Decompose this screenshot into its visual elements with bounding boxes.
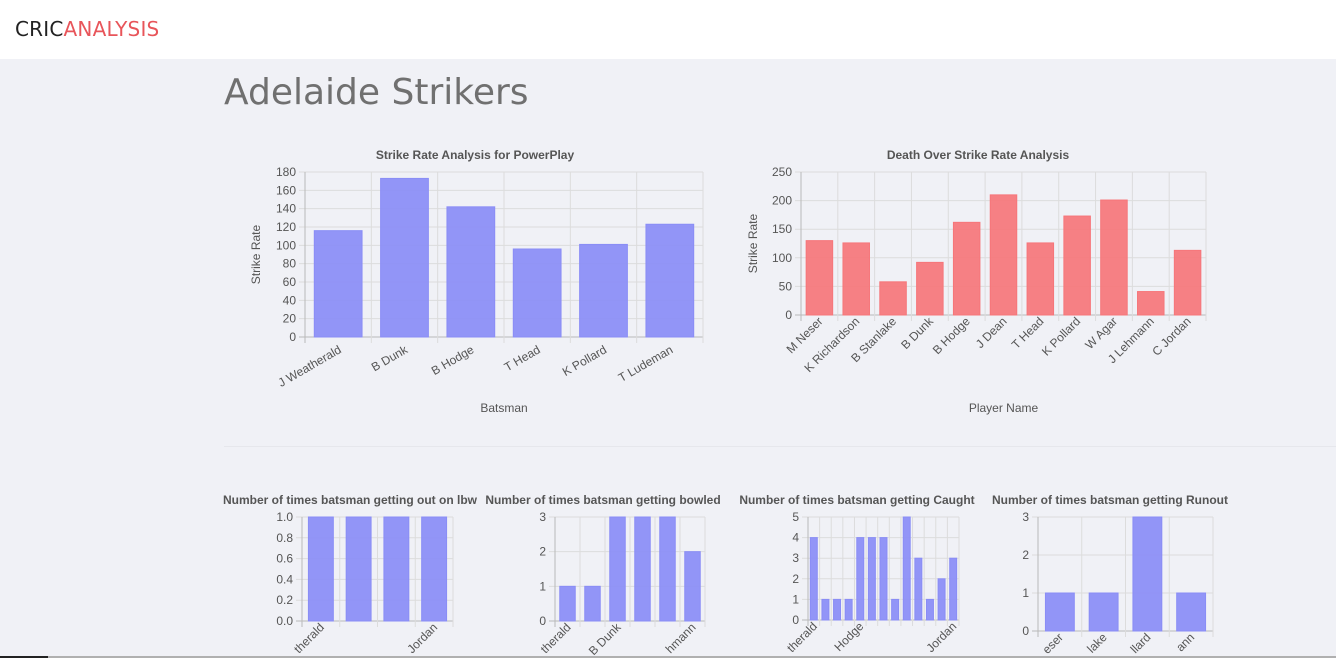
- y-tick-label: 1: [1022, 586, 1029, 600]
- bar: [1176, 592, 1207, 632]
- y-tick-label: 0: [1022, 624, 1029, 638]
- chart-title: Number of times batsman getting Runout: [992, 493, 1228, 507]
- x-tick-label: lake: [1084, 630, 1110, 656]
- y-tick-label: 3: [1022, 510, 1029, 524]
- bar: [1044, 592, 1075, 632]
- x-tick-label: llard: [1128, 630, 1154, 656]
- section-divider: [224, 446, 1336, 447]
- x-tick-label: eser: [1040, 630, 1066, 656]
- x-tick-label: ann: [1173, 630, 1197, 654]
- bar: [1132, 516, 1163, 632]
- y-tick-label: 2: [1022, 548, 1029, 562]
- runout-dismissals-chart: Number of times batsman getting Runout 0 1…: [992, 493, 1228, 657]
- bar: [1088, 592, 1119, 632]
